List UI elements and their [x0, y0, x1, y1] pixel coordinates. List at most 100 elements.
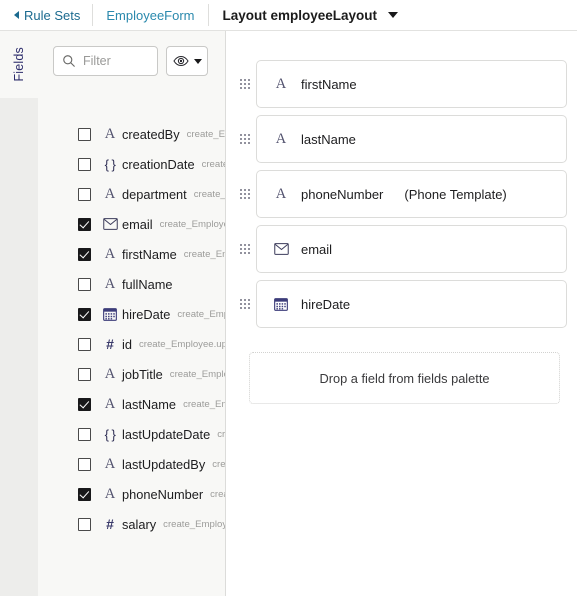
field-source-label: create_Employee.hireDate — [177, 308, 225, 320]
visibility-dropdown-button[interactable] — [166, 46, 208, 76]
layout-selector[interactable]: Layout employeeLayout — [209, 0, 409, 30]
field-name-label: hireDate — [122, 306, 171, 322]
field-list-item[interactable]: # salary create_Employee.salary — [38, 509, 225, 539]
email-icon — [273, 243, 289, 255]
field-name-label: createdBy — [122, 126, 180, 142]
text-icon: A — [104, 275, 116, 292]
text-icon: A — [275, 185, 287, 202]
field-list-item[interactable]: email create_Employee.email — [38, 209, 225, 239]
field-checkbox[interactable] — [78, 247, 91, 261]
field-list-item[interactable]: hireDate create_Employee.hireDate — [38, 299, 225, 329]
field-source-label: create_Employee.department — [193, 188, 226, 200]
field-checkbox[interactable] — [78, 517, 91, 531]
fields-list: AcreatedBy create_Employee.createdBy { } cr… — [38, 119, 226, 539]
text-icon: A — [104, 185, 116, 202]
field-source-label: create_Employee.lastUpdateDate — [217, 428, 226, 440]
field-checkbox[interactable] — [78, 397, 91, 411]
text-icon: A — [104, 395, 116, 412]
field-checkbox[interactable] — [78, 307, 91, 321]
field-source-label: create_Employee.firstName — [183, 248, 225, 260]
back-to-rule-sets-link[interactable]: Rule Sets — [0, 0, 92, 30]
layout-field-card-row[interactable]: AphoneNumber (Phone Template) — [227, 170, 567, 218]
field-list-item[interactable]: AjobTitle create_Employee.jobTitle — [38, 359, 225, 389]
field-dropzone[interactable]: Drop a field from fields palette — [249, 352, 560, 404]
app-root: Rule Sets EmployeeForm Layout employeeLa… — [0, 0, 577, 596]
layout-field-card-row[interactable]: AlastName — [227, 115, 567, 163]
card-template-label: (Phone Template) — [404, 186, 507, 202]
layout-canvas: AfirstName AlastName AphoneNumber (Phone Te… — [227, 31, 577, 596]
eye-icon — [172, 55, 189, 67]
layout-field-card[interactable]: AphoneNumber (Phone Template) — [256, 170, 567, 218]
field-name-label: jobTitle — [122, 366, 163, 382]
layout-field-card-row[interactable]: AfirstName — [227, 60, 567, 108]
email-icon — [102, 218, 118, 230]
field-checkbox[interactable] — [78, 337, 91, 351]
field-checkbox[interactable] — [78, 277, 91, 291]
text-icon: A — [104, 245, 116, 262]
text-icon: A — [104, 365, 116, 382]
breadcrumb-employee-form-link[interactable]: EmployeeForm — [93, 0, 207, 30]
layout-field-card-row[interactable]: hireDate — [227, 280, 567, 328]
field-checkbox[interactable] — [78, 427, 91, 441]
field-list-item[interactable]: AfirstName create_Employee.firstName — [38, 239, 225, 269]
rail-tab-fields-label: Fields — [12, 47, 26, 82]
field-checkbox[interactable] — [78, 367, 91, 381]
card-field-label: firstName — [301, 76, 357, 92]
field-source-label: create_Employee.creationDate — [201, 158, 225, 170]
layout-field-card-row[interactable]: email — [227, 225, 567, 273]
field-name-label: lastUpdateDate — [122, 426, 211, 442]
drag-handle-icon[interactable] — [234, 78, 256, 90]
dropzone-label: Drop a field from fields palette — [319, 370, 490, 386]
field-checkbox[interactable] — [78, 187, 91, 201]
field-list-item[interactable]: AfullName — [38, 269, 225, 299]
field-list-item[interactable]: AphoneNumber create_Employee.phoneNumber — [38, 479, 225, 509]
back-link-label: Rule Sets — [24, 7, 81, 23]
layout-field-card[interactable]: email — [256, 225, 567, 273]
field-checkbox[interactable] — [78, 487, 91, 501]
field-list-item[interactable]: AcreatedBy create_Employee.createdBy — [38, 119, 225, 149]
field-name-label: phoneNumber — [122, 486, 204, 502]
field-checkbox[interactable] — [78, 127, 91, 141]
filter-input[interactable] — [83, 54, 145, 68]
rail-tab-fields[interactable]: Fields — [0, 31, 38, 98]
field-list-item[interactable]: { } creationDate create_Employee.creationD… — [38, 149, 225, 179]
drag-handle-icon[interactable] — [234, 188, 256, 200]
drag-handle-icon[interactable] — [234, 243, 256, 255]
field-name-label: fullName — [122, 276, 173, 292]
field-checkbox[interactable] — [78, 157, 91, 171]
fields-panel: AcreatedBy create_Employee.createdBy { } cr… — [38, 31, 226, 596]
text-icon: A — [275, 75, 287, 92]
layout-field-card[interactable]: hireDate — [256, 280, 567, 328]
left-rail — [0, 31, 38, 596]
text-icon: A — [104, 455, 116, 472]
layout-field-card[interactable]: AfirstName — [256, 60, 567, 108]
drag-handle-icon[interactable] — [234, 133, 256, 145]
chevron-down-icon — [388, 12, 399, 18]
card-field-label: phoneNumber — [301, 186, 384, 202]
field-source-label: create_Employee.email — [159, 218, 225, 230]
layout-field-card[interactable]: AlastName — [256, 115, 567, 163]
text-icon: A — [275, 130, 287, 147]
field-name-label: email — [122, 216, 153, 232]
field-name-label: lastUpdatedBy — [122, 456, 206, 472]
field-list-item[interactable]: AlastUpdatedBy create_Employee.lastUpdate… — [38, 449, 226, 479]
object-icon: { } — [104, 426, 116, 442]
field-source-label: create_Employee.lastUpdatedBy — [212, 458, 226, 470]
field-checkbox[interactable] — [78, 457, 91, 471]
filter-input-wrapper[interactable] — [53, 46, 158, 76]
text-icon: A — [104, 125, 116, 142]
field-list-item[interactable]: Adepartment create_Employee.department — [38, 179, 226, 209]
field-list-item[interactable]: # id create_Employee.updatedBy — [38, 329, 225, 359]
field-name-label: firstName — [122, 246, 177, 262]
field-source-label: create_Employee.phoneNumber — [210, 488, 225, 500]
breadcrumb-toolbar: Rule Sets EmployeeForm Layout employeeLa… — [0, 0, 577, 31]
field-list-item[interactable]: { } lastUpdateDate create_Employee.lastUpd… — [38, 419, 226, 449]
field-list-item[interactable]: AlastName create_Employee.lastName — [38, 389, 225, 419]
chevron-left-icon — [14, 11, 19, 19]
field-checkbox[interactable] — [78, 217, 91, 231]
layout-selector-label: Layout employeeLayout — [222, 7, 378, 23]
drag-handle-icon[interactable] — [234, 298, 256, 310]
fields-toolbar — [53, 46, 208, 76]
calendar-icon — [274, 298, 288, 311]
field-name-label: salary — [122, 516, 157, 532]
